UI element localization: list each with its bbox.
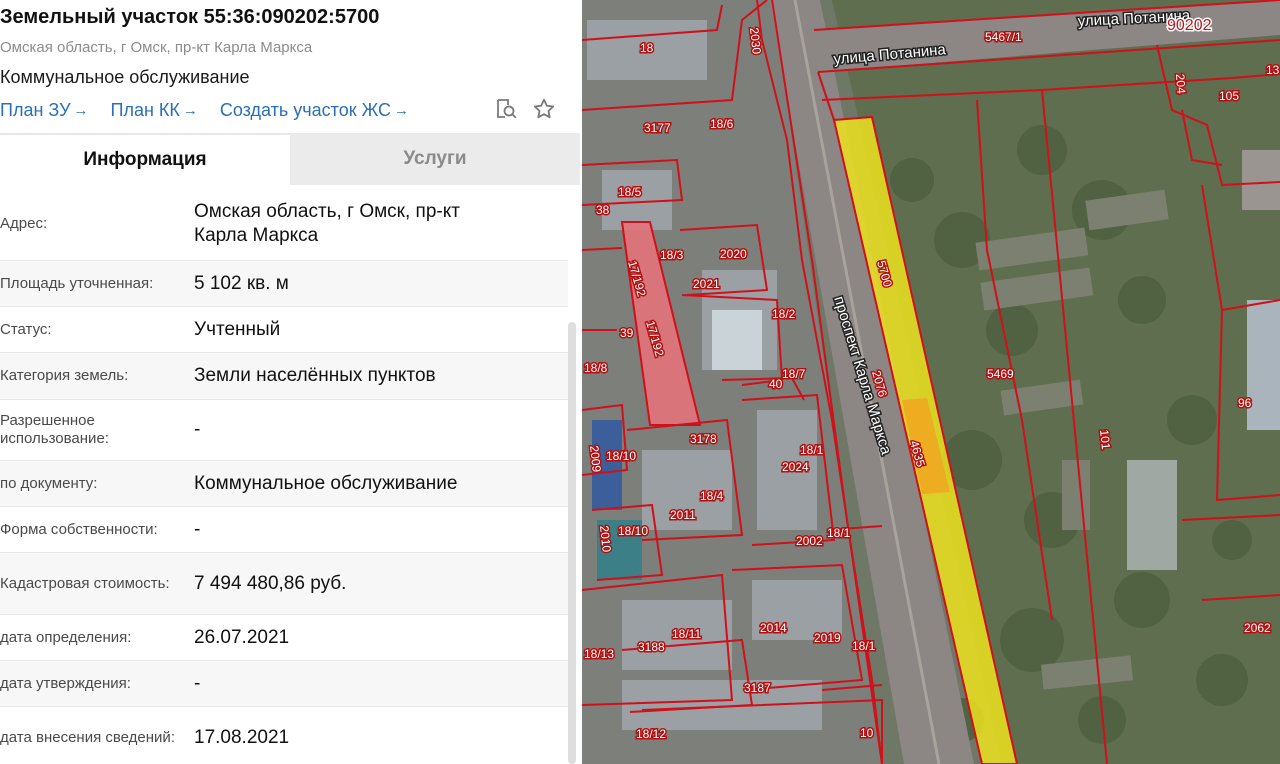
label-18-10-a: 18/10 (606, 449, 636, 463)
row-value: - (194, 419, 201, 440)
cadastral-map[interactable]: проспект Карла Маркса улица Потанина ули… (582, 0, 1280, 764)
info-row-address: Адрес: Омская область, г Омск, пр-кт Кар… (0, 187, 568, 261)
label-3187: 3187 (744, 681, 771, 695)
tab-information[interactable]: Информация (0, 133, 290, 185)
row-label: дата внесения сведений: (0, 728, 175, 746)
label-2062: 2062 (1244, 621, 1271, 635)
action-links: План ЗУ → План КК → Создать участок ЖС → (0, 98, 431, 122)
row-value: 17.08.2021 (194, 726, 290, 748)
label-2011: 2011 (670, 508, 696, 522)
label-18-1-c: 18/1 (852, 639, 876, 653)
label-204: 204 (1173, 73, 1188, 94)
label-18-8: 18/8 (584, 361, 608, 375)
row-value: - (194, 518, 201, 540)
plan-kk-link[interactable]: План КК → (111, 100, 198, 121)
row-label: Кадастровая стоимость: (0, 574, 170, 592)
star-icon[interactable] (532, 97, 556, 121)
label-18-2: 18/2 (772, 307, 796, 321)
info-row-permitted-use: Разрешенное использование: - (0, 400, 568, 461)
label-3177: 3177 (644, 121, 671, 135)
info-row-approval-date: дата утверждения: - (0, 661, 568, 707)
label-2021: 2021 (693, 277, 720, 291)
label-18-7: 18/7 (782, 367, 806, 381)
row-value: Учтенный (194, 318, 281, 340)
label-18-10-b: 18/10 (618, 524, 648, 538)
label-2019: 2019 (814, 631, 841, 645)
row-label: Форма собственности: (0, 520, 158, 538)
label-2009: 2009 (587, 445, 604, 473)
label-18-13: 18/13 (584, 647, 614, 661)
create-parcel-link[interactable]: Создать участок ЖС → (220, 100, 409, 121)
info-row-entry-date: дата внесения сведений: 17.08.2021 (0, 707, 568, 764)
label-2010: 2010 (597, 525, 614, 553)
search-doc-icon[interactable] (494, 97, 518, 121)
info-table: Адрес: Омская область, г Омск, пр-кт Кар… (0, 187, 568, 764)
label-18-6: 18/6 (710, 117, 734, 131)
label-96: 96 (1238, 396, 1252, 410)
label-2020: 2020 (720, 247, 747, 261)
label-18-3: 18/3 (660, 248, 684, 262)
label-13: 13 (1266, 63, 1280, 77)
label-18-12: 18/12 (636, 727, 666, 741)
label-5467-1: 5467/1 (985, 30, 1022, 44)
info-row-status: Статус: Учтенный (0, 307, 568, 353)
white-roof (712, 310, 762, 370)
parcel-info-panel: Земельный участок 55:36:090202:5700 Омск… (0, 0, 582, 764)
label-39: 39 (620, 326, 634, 340)
row-value: - (194, 672, 201, 694)
row-label: Адрес: (0, 214, 48, 232)
row-value: 7 494 480,86 руб. (194, 572, 347, 594)
label-38: 38 (596, 203, 610, 217)
label-18-1-a: 18/1 (800, 443, 824, 457)
toolbar-icons (494, 97, 556, 121)
tab-services[interactable]: Услуги (290, 133, 580, 185)
label-10: 10 (860, 726, 874, 740)
arrow-right-icon: → (73, 101, 89, 119)
info-row-cadastral-value: Кадастровая стоимость: 7 494 480,86 руб. (0, 553, 568, 615)
label-40: 40 (769, 377, 783, 391)
arrow-right-icon: → (394, 101, 410, 119)
quarter-label: 90202 (1167, 17, 1212, 34)
parcel-usage: Коммунальное обслуживание (0, 67, 250, 87)
arrow-right-icon: → (182, 101, 198, 119)
label-3188: 3188 (638, 640, 665, 654)
row-label: по документу: (0, 474, 98, 492)
row-label: дата определения: (0, 628, 132, 646)
row-label: дата утверждения: (0, 674, 131, 692)
label-2002: 2002 (796, 534, 823, 548)
row-value: Земли населённых пунктов (194, 365, 436, 386)
plan-zu-link[interactable]: План ЗУ → (0, 100, 89, 121)
info-row-determination-date: дата определения: 26.07.2021 (0, 615, 568, 661)
row-label: Площадь уточненная: (0, 274, 154, 292)
info-row-category: Категория земель: Земли населённых пункт… (0, 353, 568, 400)
label-2014: 2014 (760, 621, 787, 635)
label-3178: 3178 (690, 432, 717, 446)
label-18-1-b: 18/1 (827, 526, 851, 540)
map-canvas[interactable]: проспект Карла Маркса улица Потанина ули… (582, 0, 1280, 764)
row-value: Коммунальное обслуживание (194, 472, 458, 494)
parcel-title: Земельный участок 55:36:090202:5700 (0, 6, 380, 28)
label-18: 18 (640, 41, 654, 55)
label-18-11: 18/11 (672, 627, 701, 641)
parcel-address-subtitle: Омская область, г Омск, пр-кт Карла Марк… (0, 39, 313, 56)
row-label: Категория земель: (0, 367, 129, 384)
info-row-area: Площадь уточненная: 5 102 кв. м (0, 261, 568, 307)
row-value: Омская область, г Омск, пр-кт Карла Марк… (194, 200, 460, 246)
label-105: 105 (1219, 89, 1239, 103)
info-row-by-document: по документу: Коммунальное обслуживание (0, 461, 568, 507)
label-2024: 2024 (782, 460, 809, 474)
info-row-ownership: Форма собственности: - (0, 507, 568, 553)
label-101: 101 (1097, 429, 1113, 451)
row-label: Статус: (0, 320, 52, 338)
label-5469: 5469 (987, 367, 1014, 381)
row-label: Разрешенное использование: (0, 412, 109, 447)
tabs: Информация Услуги (0, 133, 580, 185)
label-18-5: 18/5 (618, 185, 642, 199)
row-value: 26.07.2021 (194, 626, 290, 648)
panel-scrollbar[interactable] (568, 322, 576, 764)
label-2030: 2030 (747, 27, 764, 55)
label-18-4: 18/4 (700, 489, 724, 503)
row-value: 5 102 кв. м (194, 272, 289, 294)
